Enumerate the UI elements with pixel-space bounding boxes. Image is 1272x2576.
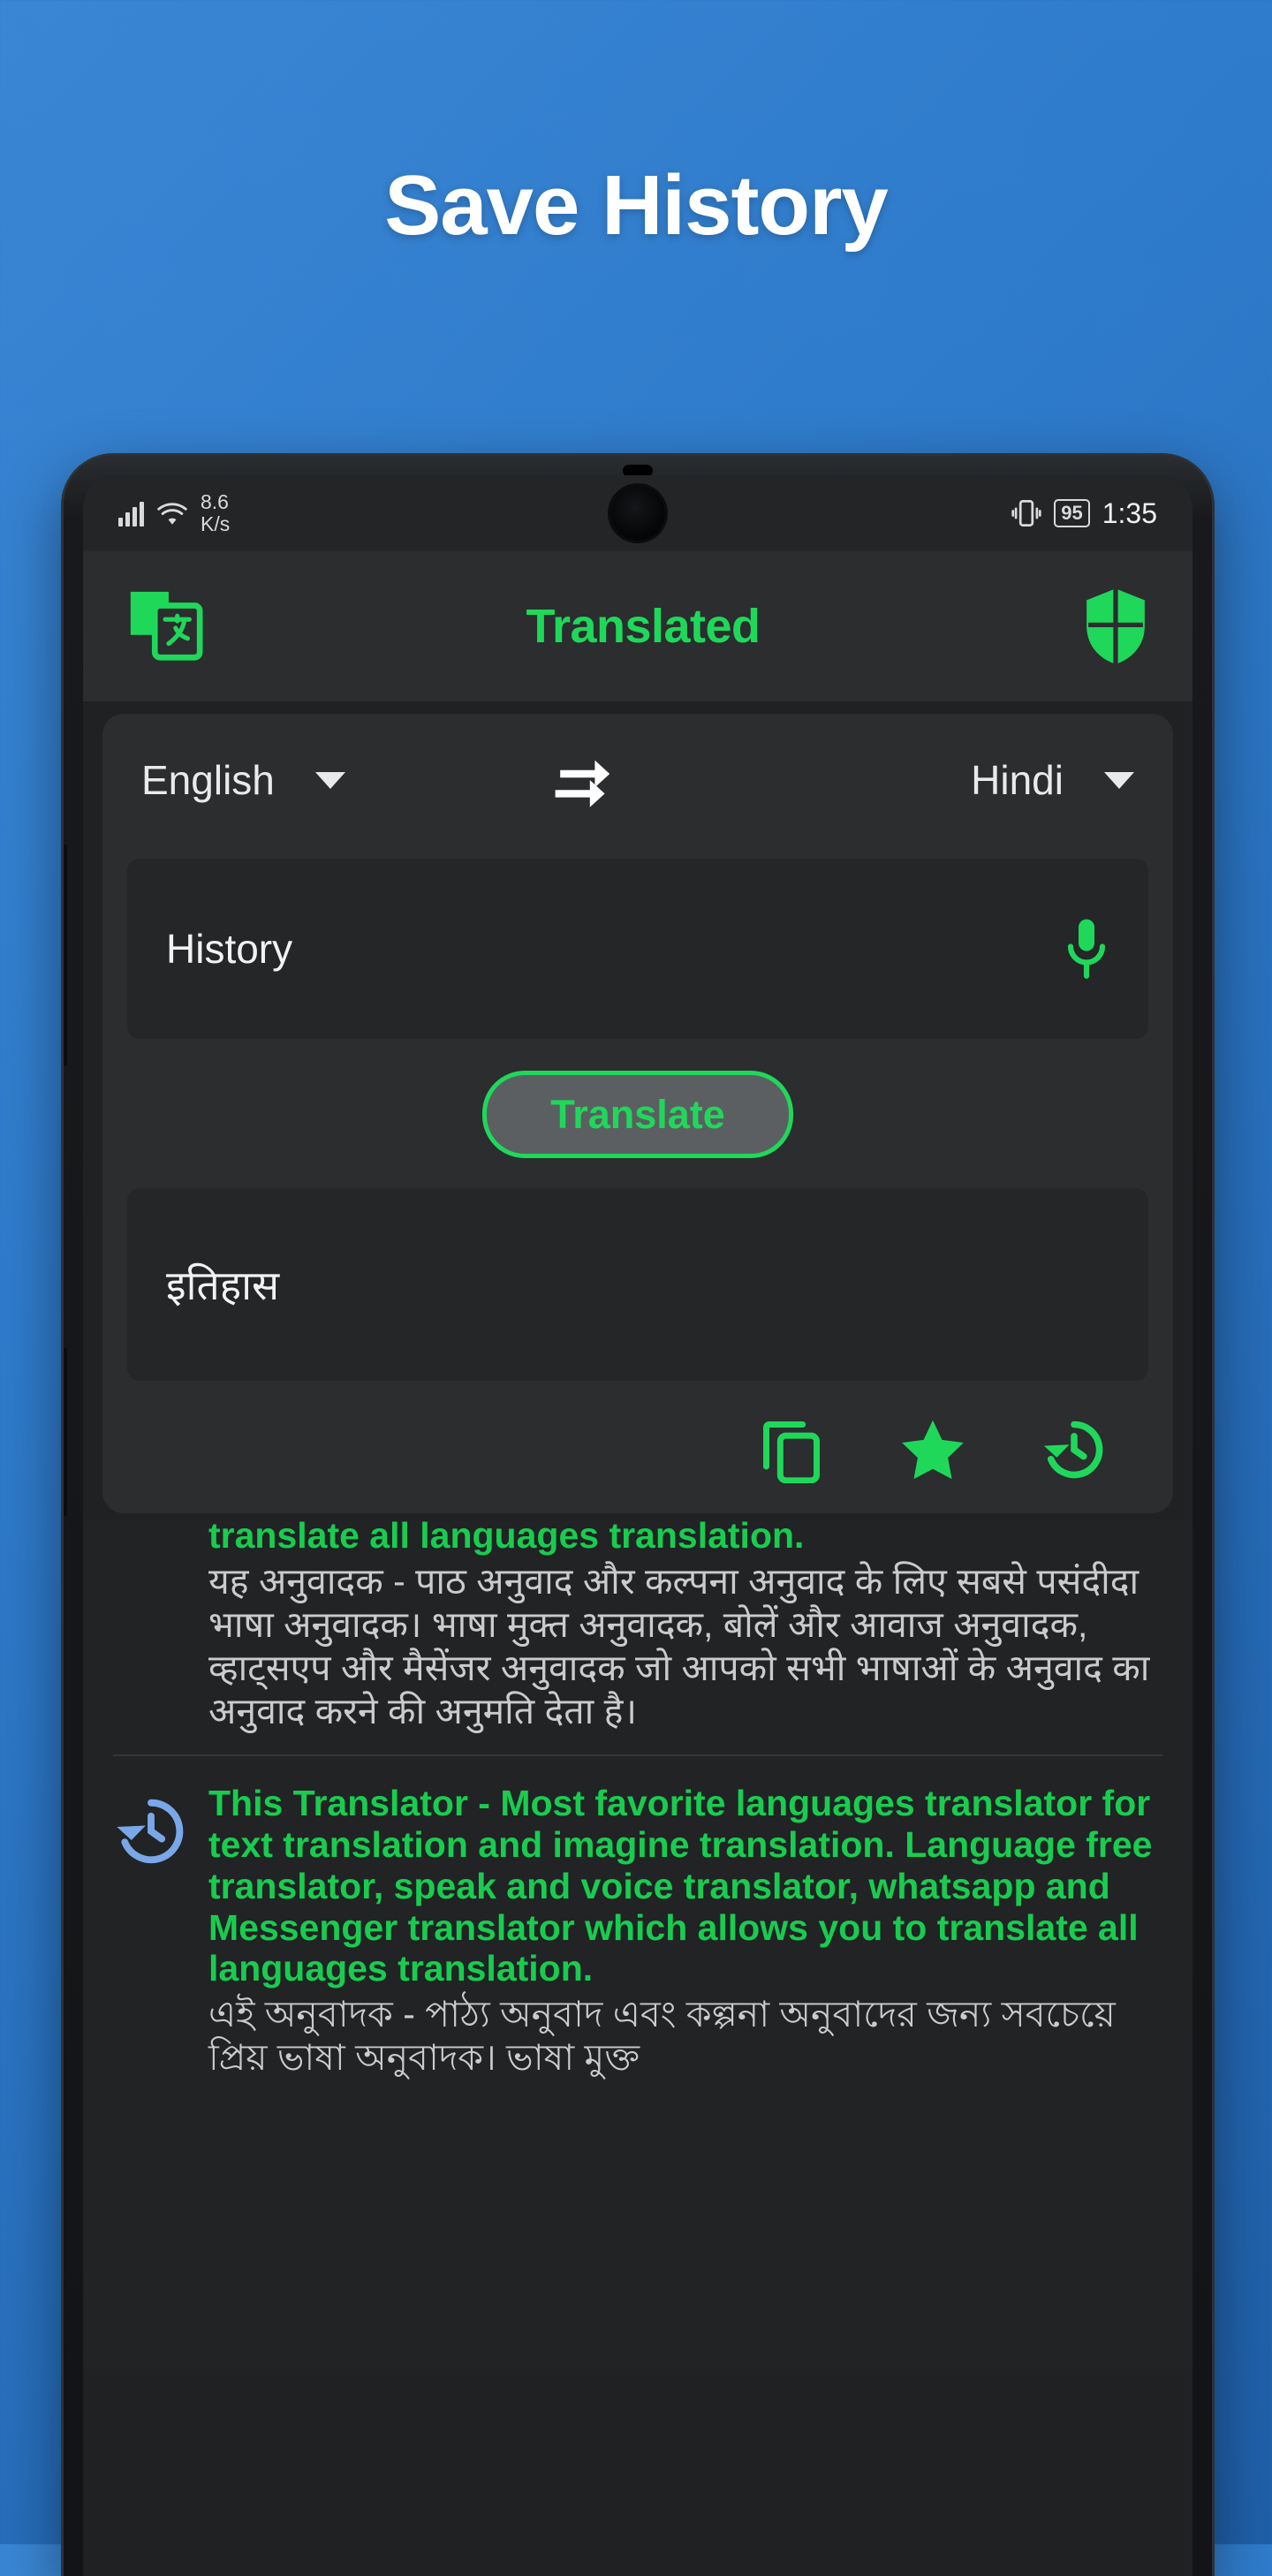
svg-text:G: G <box>132 598 159 636</box>
battery-indicator: 95 <box>1054 499 1090 527</box>
google-translate-logo-icon[interactable]: G <box>124 585 207 668</box>
power-button[interactable] <box>64 1348 67 1516</box>
network-speed-value: 8.6 <box>201 490 229 513</box>
history-item-icon-slot <box>113 1520 189 1733</box>
source-text-input[interactable]: History <box>127 859 1148 1039</box>
app-bar: G Translated <box>83 551 1192 701</box>
wifi-icon <box>157 503 187 525</box>
history-list-item[interactable]: This Translator - Most favorite language… <box>83 1756 1192 2080</box>
signal-bars-icon <box>118 500 144 527</box>
volume-button[interactable] <box>64 845 67 1065</box>
swap-arrows-icon[interactable] <box>550 749 625 811</box>
history-item-row: This Translator - Most favorite language… <box>113 1783 1162 2080</box>
source-language-dropdown[interactable]: English <box>141 756 449 804</box>
status-bar-right: 95 1:35 <box>1011 496 1157 530</box>
source-language-label: English <box>141 757 275 803</box>
page-title: Save History <box>384 158 889 253</box>
history-item-body: translate all languages translation. यह … <box>208 1520 1162 1733</box>
star-icon[interactable] <box>899 1416 966 1483</box>
history-item-source: translate all languages translation. <box>208 1520 805 1556</box>
history-item-icon-slot <box>113 1783 189 2080</box>
history-icon <box>117 1799 184 1864</box>
source-text-value: History <box>166 926 293 972</box>
status-bar-clock: 1:35 <box>1102 496 1157 529</box>
history-item-body: This Translator - Most favorite language… <box>208 1783 1162 2080</box>
phone-screen: 8.6 K/s 95 1:35 G Translated English Hin… <box>83 475 1192 2576</box>
chevron-down-icon[interactable] <box>1103 771 1134 789</box>
history-item-target: এই অনুবাদক - পাঠ্য অনুবাদ এবং কল্পনা অনু… <box>208 1994 1116 2079</box>
status-bar-left: 8.6 K/s <box>118 491 230 535</box>
phone-device-frame: 8.6 K/s 95 1:35 G Translated English Hin… <box>64 456 1212 2576</box>
target-language-label: Hindi <box>971 757 1064 803</box>
network-speed-unit: K/s <box>201 512 231 535</box>
target-language-dropdown[interactable]: Hindi <box>827 756 1134 804</box>
translate-button-wrap: Translate <box>102 1071 1173 1158</box>
history-item-target: यह अनुवादक - पाठ अनुवाद और कल्पना अनुवाद… <box>208 1560 1150 1732</box>
app-title: Translated <box>526 600 761 653</box>
action-row <box>102 1381 1173 1483</box>
history-list-item[interactable]: translate all languages translation. यह … <box>83 1520 1192 1757</box>
microphone-icon[interactable] <box>1064 917 1109 981</box>
translate-card: English Hindi History Translate इतिहास <box>102 714 1173 1513</box>
history-icon[interactable] <box>1041 1416 1108 1483</box>
network-speed: 8.6 K/s <box>201 491 230 535</box>
history-item-row: translate all languages translation. यह … <box>113 1520 1162 1733</box>
vibrate-icon <box>1011 500 1041 527</box>
history-item-source: This Translator - Most favorite language… <box>208 1783 1153 1989</box>
translated-text-output[interactable]: इतिहास <box>127 1188 1148 1381</box>
history-list[interactable]: translate all languages translation. यह … <box>83 1520 1192 2368</box>
language-selector-row: English Hindi <box>102 714 1173 846</box>
translate-button[interactable]: Translate <box>482 1071 793 1158</box>
copy-icon[interactable] <box>758 1416 825 1483</box>
translated-text-value: इतिहास <box>166 1262 280 1308</box>
front-camera-punch-hole <box>610 486 665 541</box>
status-bar: 8.6 K/s 95 1:35 <box>83 475 1192 551</box>
shield-icon[interactable] <box>1079 586 1152 667</box>
chevron-down-icon[interactable] <box>314 771 345 789</box>
